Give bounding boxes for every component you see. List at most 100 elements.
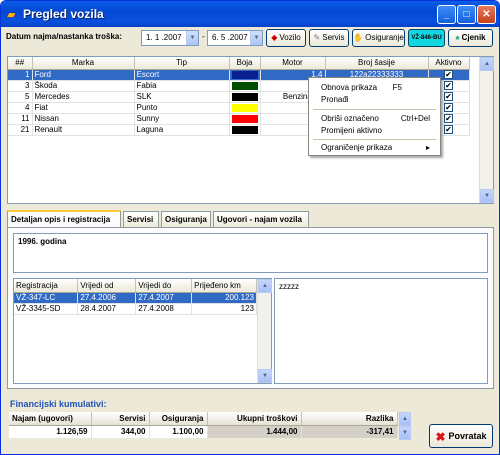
registration-plate-button[interactable]: VŽ-846-BU — [408, 29, 445, 47]
menu-item-ogranicenje-prikaza[interactable]: Ograničenje prikaza — [321, 143, 392, 152]
financial-summary: Financijski kumulativi: Najam (ugovori) … — [7, 396, 413, 452]
scroll-up-icon[interactable]: ▲ — [480, 57, 494, 71]
row-marka: Renault — [32, 124, 135, 136]
fin-col-najam: Najam (ugovori) — [9, 412, 92, 426]
close-button[interactable]: ✕ — [477, 5, 496, 24]
col-header-prijedeno-km[interactable]: Prijeđeno km — [191, 279, 257, 293]
scroll-up-icon[interactable]: ▲ — [258, 279, 272, 293]
vozilo-button[interactable]: ◆ Vozilo — [266, 29, 306, 47]
color-swatch — [231, 114, 258, 123]
title-bar[interactable]: ▰ Pregled vozila _ □ ✕ — [1, 1, 499, 27]
checkbox[interactable]: ✔ — [444, 81, 453, 90]
fin-value-najam: 1.126,59 — [9, 425, 92, 438]
row-boja — [229, 80, 261, 92]
scroll-down-icon[interactable]: ▼ — [480, 189, 494, 203]
col-header-tip[interactable]: Tip — [134, 57, 230, 70]
registration-grid[interactable]: Registracija Vrijedi od Vrijedi do Prije… — [13, 278, 272, 384]
reg-cell: 28.4.2007 — [77, 303, 137, 315]
row-boja — [229, 91, 261, 103]
price-list-icon: ♠ — [455, 33, 460, 42]
menu-item-promijeni-aktivno[interactable]: Promijeni aktivno — [321, 126, 382, 135]
row-tip: Escort — [134, 69, 230, 81]
chevron-down-icon[interactable]: ▼ — [250, 31, 262, 45]
scroll-up-icon[interactable]: ▲ — [399, 412, 411, 426]
chevron-down-icon[interactable]: ▼ — [186, 31, 198, 45]
date-from-value: 1. 1 .2007 — [146, 33, 182, 42]
financial-title: Financijski kumulativi: — [10, 399, 107, 409]
color-swatch — [231, 70, 258, 79]
col-header-marka[interactable]: Marka — [32, 57, 135, 70]
reg-cell: 200.123 — [191, 292, 257, 304]
col-header-vrijedi-do[interactable]: Vrijedi do — [135, 279, 193, 293]
window-title: Pregled vozila — [23, 7, 104, 21]
col-header-motor[interactable]: Motor — [260, 57, 326, 70]
scroll-down-icon[interactable]: ▼ — [258, 369, 272, 383]
registration-note[interactable]: zzzzz — [274, 278, 488, 384]
color-swatch — [231, 92, 258, 101]
col-header-id[interactable]: ## — [8, 57, 33, 70]
menu-separator — [313, 109, 436, 110]
row-boja — [229, 102, 261, 114]
checkbox[interactable]: ✔ — [444, 125, 453, 134]
col-header-broj-sasije[interactable]: Broj šasije — [325, 57, 429, 70]
color-swatch — [231, 81, 258, 90]
tab-detaljan-opis[interactable]: Detaljan opis i registracija — [7, 210, 121, 228]
row-tip: Sunny — [134, 113, 230, 125]
checkbox[interactable]: ✔ — [444, 114, 453, 123]
row-id: 3 — [8, 80, 33, 92]
registration-scrollbar[interactable]: ▲ ▼ — [257, 279, 272, 383]
cjenik-label: Cjenik — [461, 33, 486, 42]
tab-ugovori[interactable]: Ugovori - najam vozila — [213, 211, 309, 228]
col-header-registracija[interactable]: Registracija — [14, 279, 79, 293]
reg-cell: 27.4.2008 — [135, 303, 193, 315]
menu-shortcut-ctrl-del: Ctrl+Del — [400, 114, 430, 123]
fin-value-osiguranja: 1.100,00 — [149, 425, 208, 438]
checkbox[interactable]: ✔ — [444, 92, 453, 101]
row-tip: SLK — [134, 91, 230, 103]
reg-cell: 27.4.2006 — [77, 292, 137, 304]
menu-item-pronadi[interactable]: Pronađi — [321, 95, 349, 104]
cjenik-button[interactable]: ♠ Cjenik — [448, 29, 493, 47]
minimize-button[interactable]: _ — [437, 5, 456, 24]
col-header-boja[interactable]: Boja — [229, 57, 261, 70]
table-row[interactable]: VŽ-347-LC 27.4.2006 27.4.2007 200.123 — [14, 292, 257, 304]
col-header-vrijedi-od[interactable]: Vrijedi od — [77, 279, 137, 293]
row-id: 11 — [8, 113, 33, 125]
tab-servisi[interactable]: Servisi — [123, 211, 159, 228]
handshake-icon: ✋ — [353, 33, 364, 42]
osiguranje-label: Osiguranje — [365, 33, 404, 42]
car-icon: ▰ — [7, 9, 16, 21]
povratak-button[interactable]: ✖ Povratak — [429, 424, 493, 448]
context-menu: Obnova prikaza F5 Pronađi Obriši označen… — [308, 77, 441, 156]
reg-cell: VŽ-347-LC — [14, 292, 79, 304]
row-id: 1 — [8, 69, 33, 81]
tab-osiguranja[interactable]: Osiguranja — [161, 211, 211, 228]
row-boja — [229, 113, 261, 125]
tab-panel: 1996. godina Registracija Vrijedi od Vri… — [7, 227, 494, 389]
checkbox[interactable]: ✔ — [444, 70, 453, 79]
date-separator: - — [202, 32, 205, 41]
menu-item-obrisi-oznaceno[interactable]: Obriši označeno — [321, 114, 379, 123]
menu-item-obnova-prikaza[interactable]: Obnova prikaza — [321, 83, 377, 92]
maximize-button[interactable]: □ — [457, 5, 476, 24]
scroll-down-icon[interactable]: ▼ — [399, 426, 411, 440]
osiguranje-button[interactable]: ✋ Osiguranje — [352, 29, 405, 47]
menu-shortcut-f5: F5 — [392, 83, 402, 92]
fin-value-servisi: 344,00 — [91, 425, 150, 438]
checkbox[interactable]: ✔ — [444, 103, 453, 112]
row-marka: Fiat — [32, 102, 135, 114]
toolbar: Datum najma/nastanka troška: 1. 1 .2007 … — [1, 27, 499, 49]
servis-button[interactable]: ✎ Servis — [309, 29, 349, 47]
financial-scrollbar[interactable]: ▲ ▼ — [399, 412, 411, 440]
row-marka: Nissan — [32, 113, 135, 125]
fin-value-ukupni: 1.444,00 — [207, 425, 302, 438]
col-header-aktivno[interactable]: Aktivno — [428, 57, 470, 70]
row-id: 4 — [8, 102, 33, 114]
date-from-field[interactable]: 1. 1 .2007 ▼ — [141, 30, 199, 46]
row-boja — [229, 69, 261, 81]
table-row[interactable]: VŽ-3345-SD 28.4.2007 27.4.2008 123 — [14, 303, 257, 315]
row-marka: Škoda — [32, 80, 135, 92]
grid-scrollbar[interactable]: ▲ ▼ — [479, 57, 494, 203]
date-to-field[interactable]: 6. 5 .2007 ▼ — [207, 30, 263, 46]
description-memo[interactable]: 1996. godina — [13, 233, 488, 273]
